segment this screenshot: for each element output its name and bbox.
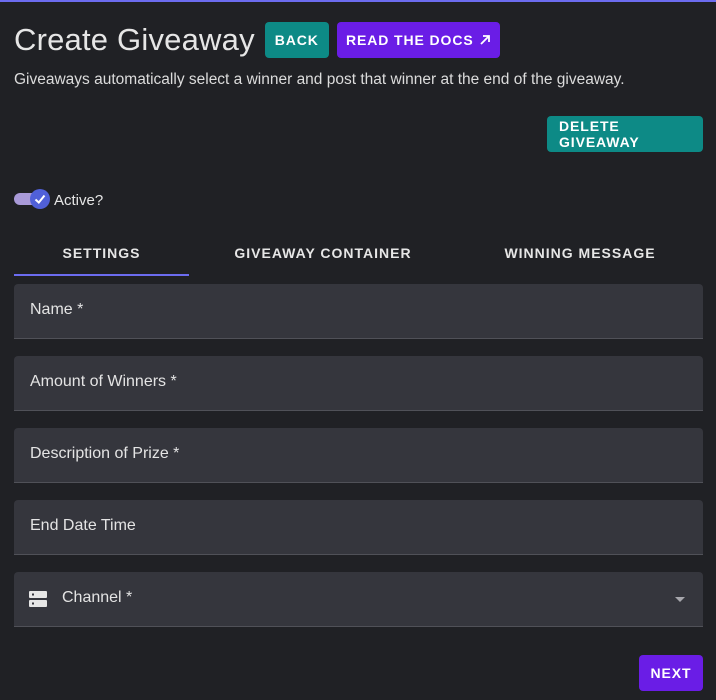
active-toggle-label: Active? xyxy=(54,192,104,209)
back-button-label: Back xyxy=(274,32,319,48)
tab-winning-message[interactable]: Winning Message xyxy=(457,232,703,274)
active-tab-indicator xyxy=(14,274,189,276)
amount-of-winners-field[interactable]: Amount of Winners * xyxy=(14,356,703,411)
active-toggle[interactable] xyxy=(14,189,50,209)
tab-winning-message-label: Winning Message xyxy=(504,245,656,261)
page-header: Create Giveaway Back Read the docs xyxy=(14,22,500,58)
page-description: Giveaways automatically select a winner … xyxy=(14,71,625,88)
next-button[interactable]: Next xyxy=(639,655,703,691)
chevron-down-icon[interactable] xyxy=(675,597,685,602)
delete-giveaway-button[interactable]: Delete Giveaway xyxy=(547,116,703,152)
toggle-knob xyxy=(30,189,50,209)
tab-settings[interactable]: Settings xyxy=(14,232,189,274)
top-accent-line xyxy=(0,0,716,2)
back-button[interactable]: Back xyxy=(264,22,329,58)
name-field[interactable]: Name * xyxy=(14,284,703,339)
delete-giveaway-label: Delete Giveaway xyxy=(559,118,640,150)
external-link-icon xyxy=(479,35,490,45)
tab-giveaway-container-label: Giveaway Container xyxy=(234,245,412,261)
channel-select[interactable]: Channel * xyxy=(14,572,703,627)
read-docs-button[interactable]: Read the docs xyxy=(336,22,500,58)
description-of-prize-field[interactable]: Description of Prize * xyxy=(14,428,703,483)
page-title: Create Giveaway xyxy=(14,22,255,57)
server-icon xyxy=(29,591,47,607)
amount-of-winners-label: Amount of Winners * xyxy=(30,373,177,390)
read-docs-label: Read the docs xyxy=(345,32,474,48)
description-of-prize-label: Description of Prize * xyxy=(30,445,180,462)
name-field-label: Name * xyxy=(30,301,84,318)
end-date-time-field[interactable]: End Date Time xyxy=(14,500,703,555)
tab-settings-label: Settings xyxy=(62,245,141,261)
tab-giveaway-container[interactable]: Giveaway Container xyxy=(189,232,457,274)
channel-select-label: Channel * xyxy=(62,589,133,606)
tab-bar: Settings Giveaway Container Winning Mess… xyxy=(14,232,703,276)
next-button-label: Next xyxy=(650,665,692,681)
end-date-time-label: End Date Time xyxy=(30,517,136,534)
check-icon xyxy=(34,194,46,204)
